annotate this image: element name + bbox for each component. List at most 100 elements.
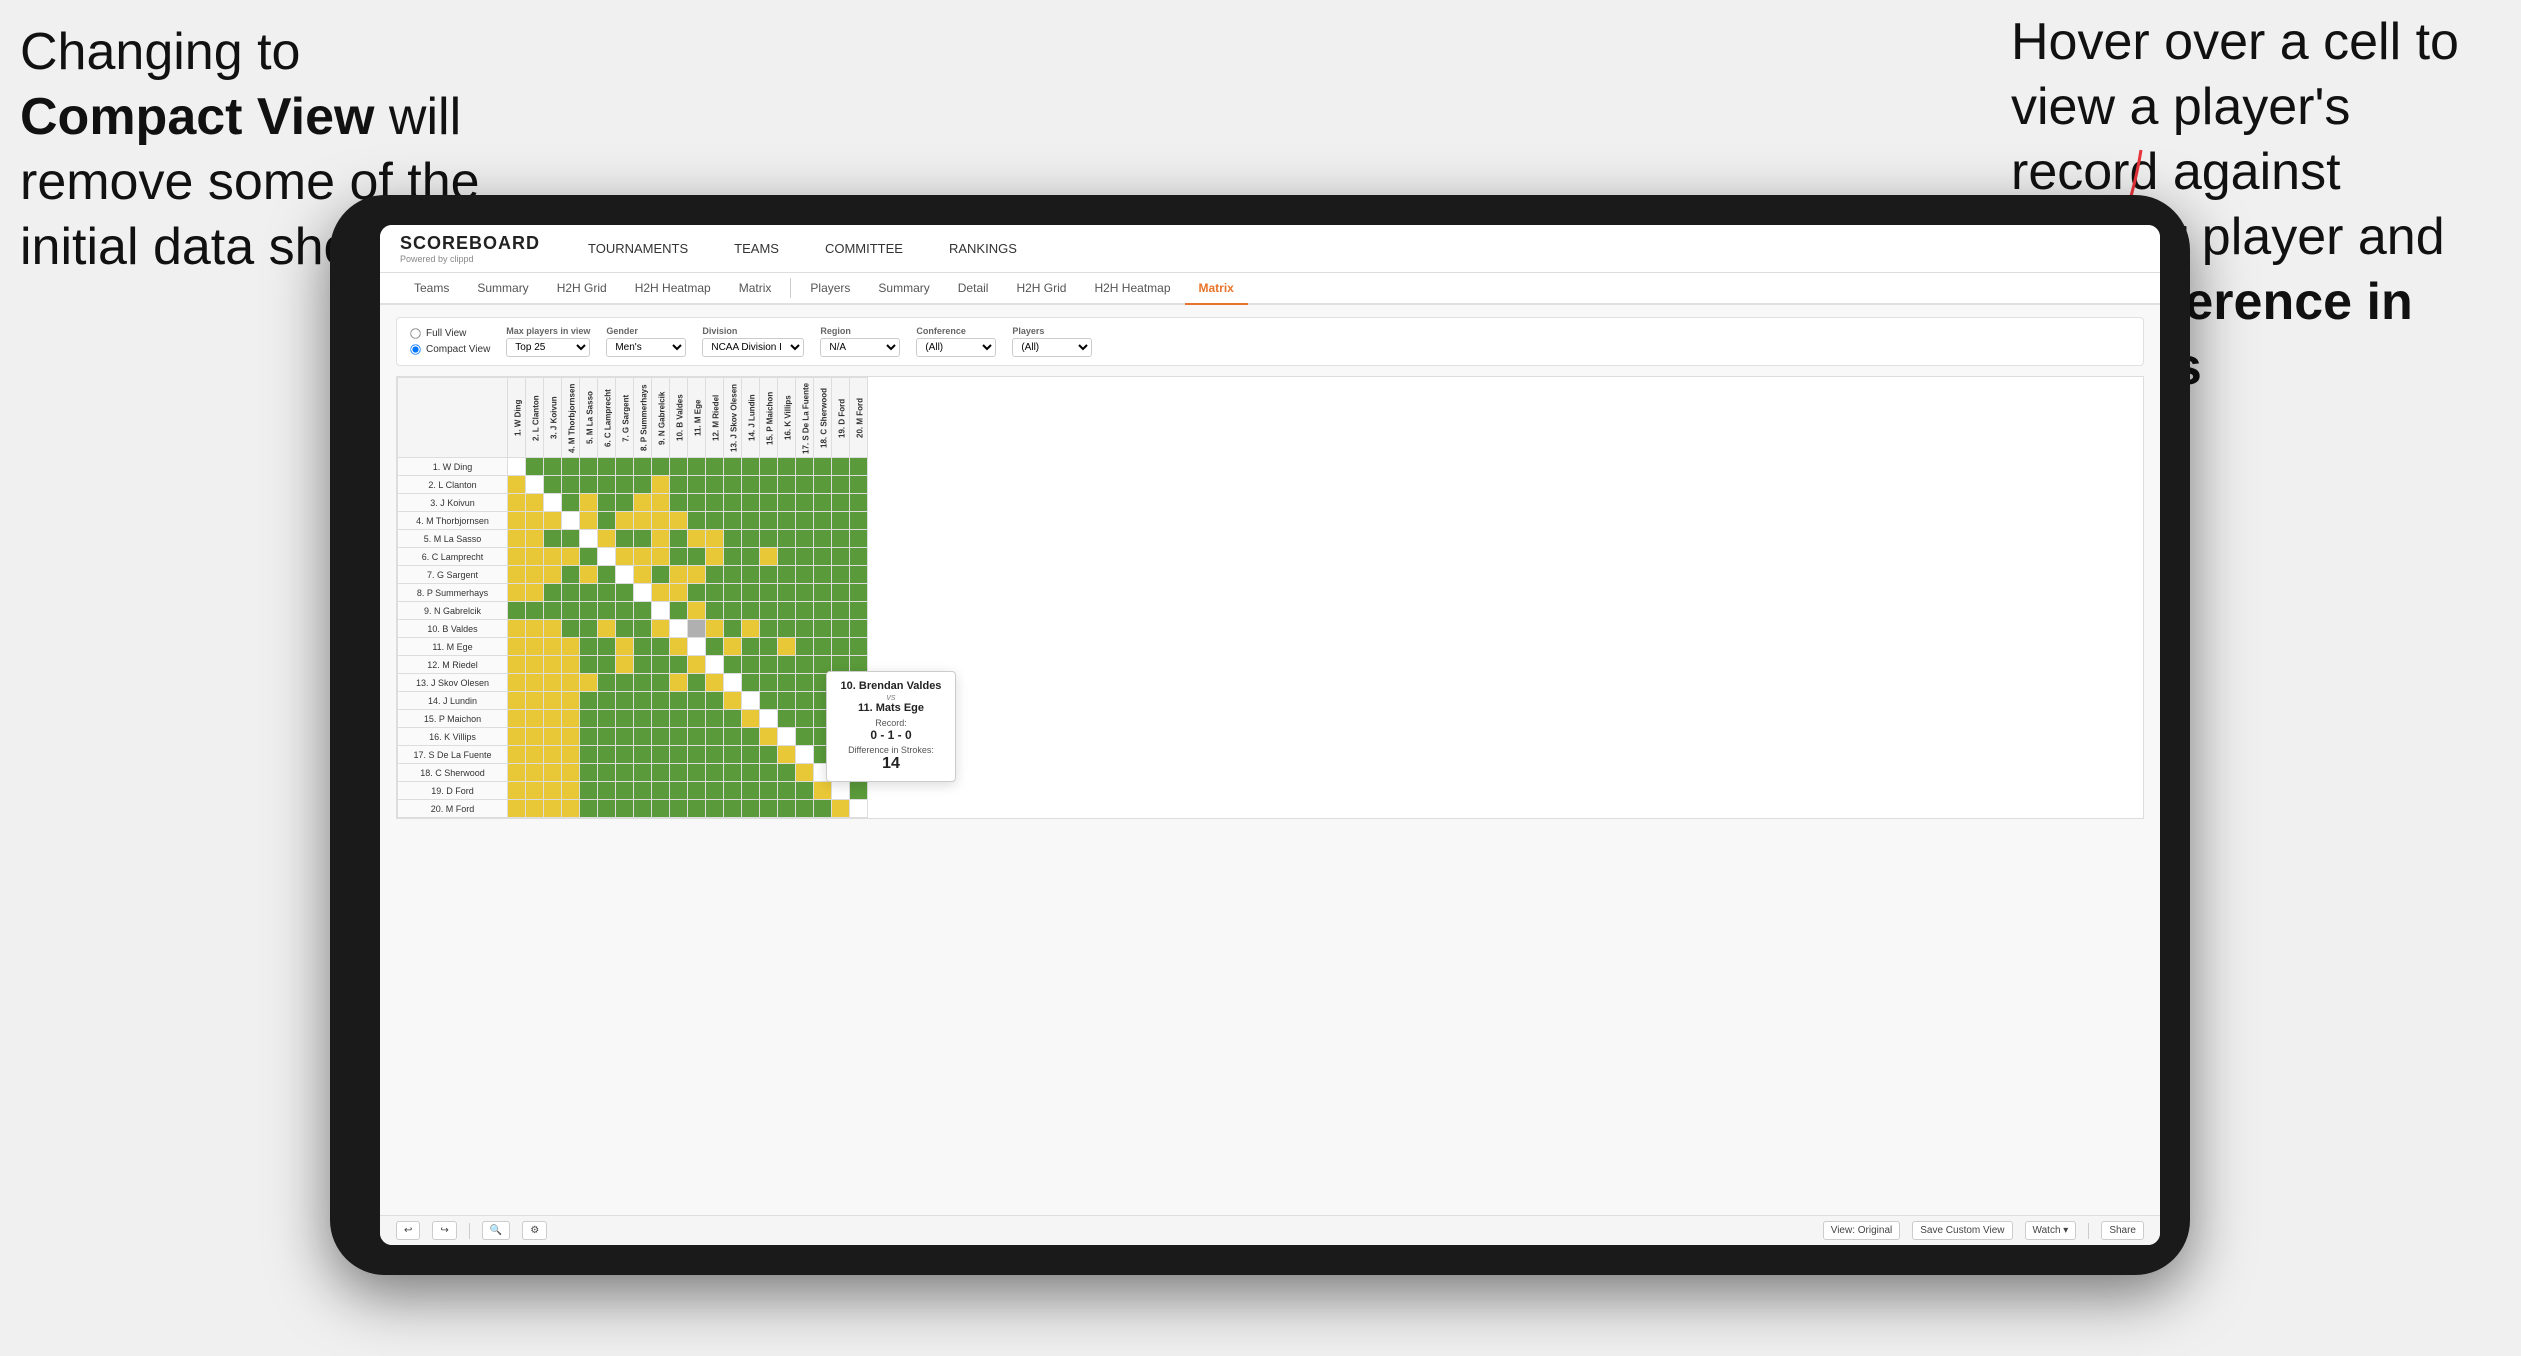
matrix-cell[interactable] xyxy=(580,782,598,800)
matrix-cell[interactable] xyxy=(796,800,814,818)
matrix-cell[interactable] xyxy=(760,602,778,620)
matrix-cell[interactable] xyxy=(634,746,652,764)
matrix-cell[interactable] xyxy=(634,674,652,692)
matrix-cell[interactable] xyxy=(760,782,778,800)
matrix-cell[interactable] xyxy=(760,584,778,602)
matrix-cell[interactable] xyxy=(742,530,760,548)
matrix-cell[interactable] xyxy=(562,620,580,638)
matrix-cell[interactable] xyxy=(616,458,634,476)
matrix-cell[interactable] xyxy=(580,512,598,530)
matrix-cell[interactable] xyxy=(760,674,778,692)
matrix-cell[interactable] xyxy=(688,566,706,584)
matrix-cell[interactable] xyxy=(706,710,724,728)
matrix-cell[interactable] xyxy=(832,494,850,512)
matrix-cell[interactable] xyxy=(580,638,598,656)
matrix-cell[interactable] xyxy=(544,476,562,494)
matrix-cell[interactable] xyxy=(724,584,742,602)
matrix-cell[interactable] xyxy=(724,494,742,512)
matrix-cell[interactable] xyxy=(598,746,616,764)
matrix-cell[interactable] xyxy=(670,800,688,818)
matrix-cell[interactable] xyxy=(508,638,526,656)
matrix-cell[interactable] xyxy=(724,530,742,548)
matrix-cell[interactable] xyxy=(724,512,742,530)
zoom-button[interactable]: 🔍 xyxy=(482,1221,510,1240)
matrix-cell[interactable] xyxy=(706,494,724,512)
matrix-cell[interactable] xyxy=(688,476,706,494)
matrix-cell[interactable] xyxy=(544,638,562,656)
matrix-cell[interactable] xyxy=(616,638,634,656)
matrix-cell[interactable] xyxy=(850,800,868,818)
tab-matrix2[interactable]: Matrix xyxy=(1185,273,1248,305)
matrix-cell[interactable] xyxy=(760,764,778,782)
matrix-cell[interactable] xyxy=(526,476,544,494)
matrix-cell[interactable] xyxy=(778,746,796,764)
matrix-cell[interactable] xyxy=(706,674,724,692)
matrix-cell[interactable] xyxy=(850,782,868,800)
matrix-cell[interactable] xyxy=(742,710,760,728)
matrix-cell[interactable] xyxy=(508,692,526,710)
matrix-cell[interactable] xyxy=(688,710,706,728)
settings-button[interactable]: ⚙ xyxy=(522,1221,547,1240)
matrix-cell[interactable] xyxy=(778,458,796,476)
matrix-cell[interactable] xyxy=(616,674,634,692)
matrix-cell[interactable] xyxy=(526,602,544,620)
matrix-cell[interactable] xyxy=(778,548,796,566)
matrix-cell[interactable] xyxy=(562,566,580,584)
matrix-cell[interactable] xyxy=(670,746,688,764)
matrix-cell[interactable] xyxy=(508,530,526,548)
matrix-cell[interactable] xyxy=(598,458,616,476)
matrix-cell[interactable] xyxy=(850,530,868,548)
matrix-cell[interactable] xyxy=(796,458,814,476)
matrix-cell[interactable] xyxy=(706,602,724,620)
matrix-cell[interactable] xyxy=(652,566,670,584)
matrix-cell[interactable] xyxy=(508,800,526,818)
matrix-cell[interactable] xyxy=(526,728,544,746)
matrix-cell[interactable] xyxy=(832,638,850,656)
matrix-cell[interactable] xyxy=(580,728,598,746)
matrix-cell[interactable] xyxy=(724,728,742,746)
matrix-cell[interactable] xyxy=(616,602,634,620)
matrix-cell[interactable] xyxy=(508,782,526,800)
matrix-cell[interactable] xyxy=(832,800,850,818)
matrix-cell[interactable] xyxy=(634,638,652,656)
matrix-cell[interactable] xyxy=(526,782,544,800)
matrix-cell[interactable] xyxy=(598,692,616,710)
matrix-cell[interactable] xyxy=(526,584,544,602)
matrix-cell[interactable] xyxy=(742,494,760,512)
matrix-cell[interactable] xyxy=(634,800,652,818)
matrix-cell[interactable] xyxy=(760,512,778,530)
matrix-cell[interactable] xyxy=(742,512,760,530)
matrix-cell[interactable] xyxy=(670,566,688,584)
matrix-cell[interactable] xyxy=(544,620,562,638)
matrix-cell[interactable] xyxy=(670,602,688,620)
matrix-cell[interactable] xyxy=(850,548,868,566)
matrix-cell[interactable] xyxy=(814,800,832,818)
matrix-cell[interactable] xyxy=(688,584,706,602)
matrix-cell[interactable] xyxy=(508,476,526,494)
matrix-cell[interactable] xyxy=(508,710,526,728)
matrix-cell[interactable] xyxy=(724,800,742,818)
matrix-cell[interactable] xyxy=(526,674,544,692)
matrix-cell[interactable] xyxy=(652,710,670,728)
matrix-cell[interactable] xyxy=(652,728,670,746)
matrix-cell[interactable] xyxy=(706,782,724,800)
matrix-cell[interactable] xyxy=(580,674,598,692)
matrix-cell[interactable] xyxy=(526,746,544,764)
matrix-cell[interactable] xyxy=(544,584,562,602)
matrix-cell[interactable] xyxy=(796,602,814,620)
matrix-cell[interactable] xyxy=(580,602,598,620)
matrix-cell[interactable] xyxy=(634,764,652,782)
matrix-cell[interactable] xyxy=(724,656,742,674)
matrix-cell[interactable] xyxy=(580,476,598,494)
matrix-cell[interactable] xyxy=(760,656,778,674)
matrix-cell[interactable] xyxy=(616,710,634,728)
matrix-cell[interactable] xyxy=(670,674,688,692)
matrix-cell[interactable] xyxy=(742,620,760,638)
matrix-cell[interactable] xyxy=(742,728,760,746)
matrix-cell[interactable] xyxy=(598,656,616,674)
matrix-cell[interactable] xyxy=(598,512,616,530)
nav-rankings[interactable]: RANKINGS xyxy=(941,237,1025,260)
matrix-cell[interactable] xyxy=(508,548,526,566)
tab-teams[interactable]: Teams xyxy=(400,273,463,305)
save-custom-button[interactable]: Save Custom View xyxy=(1912,1221,2012,1240)
